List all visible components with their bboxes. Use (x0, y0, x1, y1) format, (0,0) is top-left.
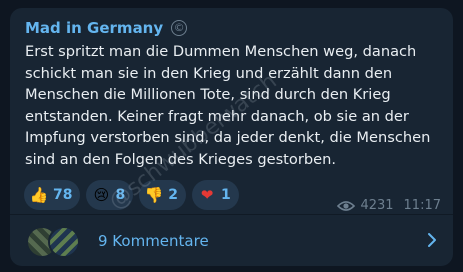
reactions-bar: 👍 78 😢 8 👎 2 ❤ 1 (24, 180, 239, 210)
reaction-heart[interactable]: ❤ 1 (191, 180, 239, 210)
thumbs-down-icon: 👎 (144, 186, 164, 204)
view-count: 4231 (360, 198, 394, 213)
thumbs-up-icon: 👍 (29, 186, 49, 204)
chevron-right-icon (428, 233, 436, 247)
channel-name[interactable]: Mad in Germany (25, 19, 163, 37)
reaction-count: 78 (53, 187, 73, 203)
message-text: Erst spritzt man die Dummen Menschen weg… (25, 43, 431, 168)
message-bubble: Mad in Germany © Erst spritzt man die Du… (10, 8, 453, 266)
reaction-sad[interactable]: 😢 8 (86, 180, 134, 210)
copyright-icon: © (171, 20, 188, 36)
reaction-count: 8 (115, 187, 126, 203)
reaction-thumbs-up[interactable]: 👍 78 (24, 180, 81, 210)
message-meta: 4231 11:17 (337, 198, 441, 213)
reaction-count: 2 (168, 187, 178, 203)
sad-face-icon: 😢 (93, 186, 110, 204)
reaction-count: 1 (220, 187, 231, 203)
message-time: 11:17 (403, 198, 441, 213)
avatar (48, 225, 80, 258)
comments-button[interactable]: 9 Kommentare (10, 215, 453, 266)
comments-label: 9 Kommentare (98, 231, 209, 250)
eye-icon (337, 200, 356, 211)
reaction-thumbs-down[interactable]: 👎 2 (139, 180, 186, 210)
message-header: Mad in Germany © (25, 19, 188, 37)
commenter-avatars (26, 225, 84, 258)
heart-icon: ❤ (200, 186, 214, 204)
